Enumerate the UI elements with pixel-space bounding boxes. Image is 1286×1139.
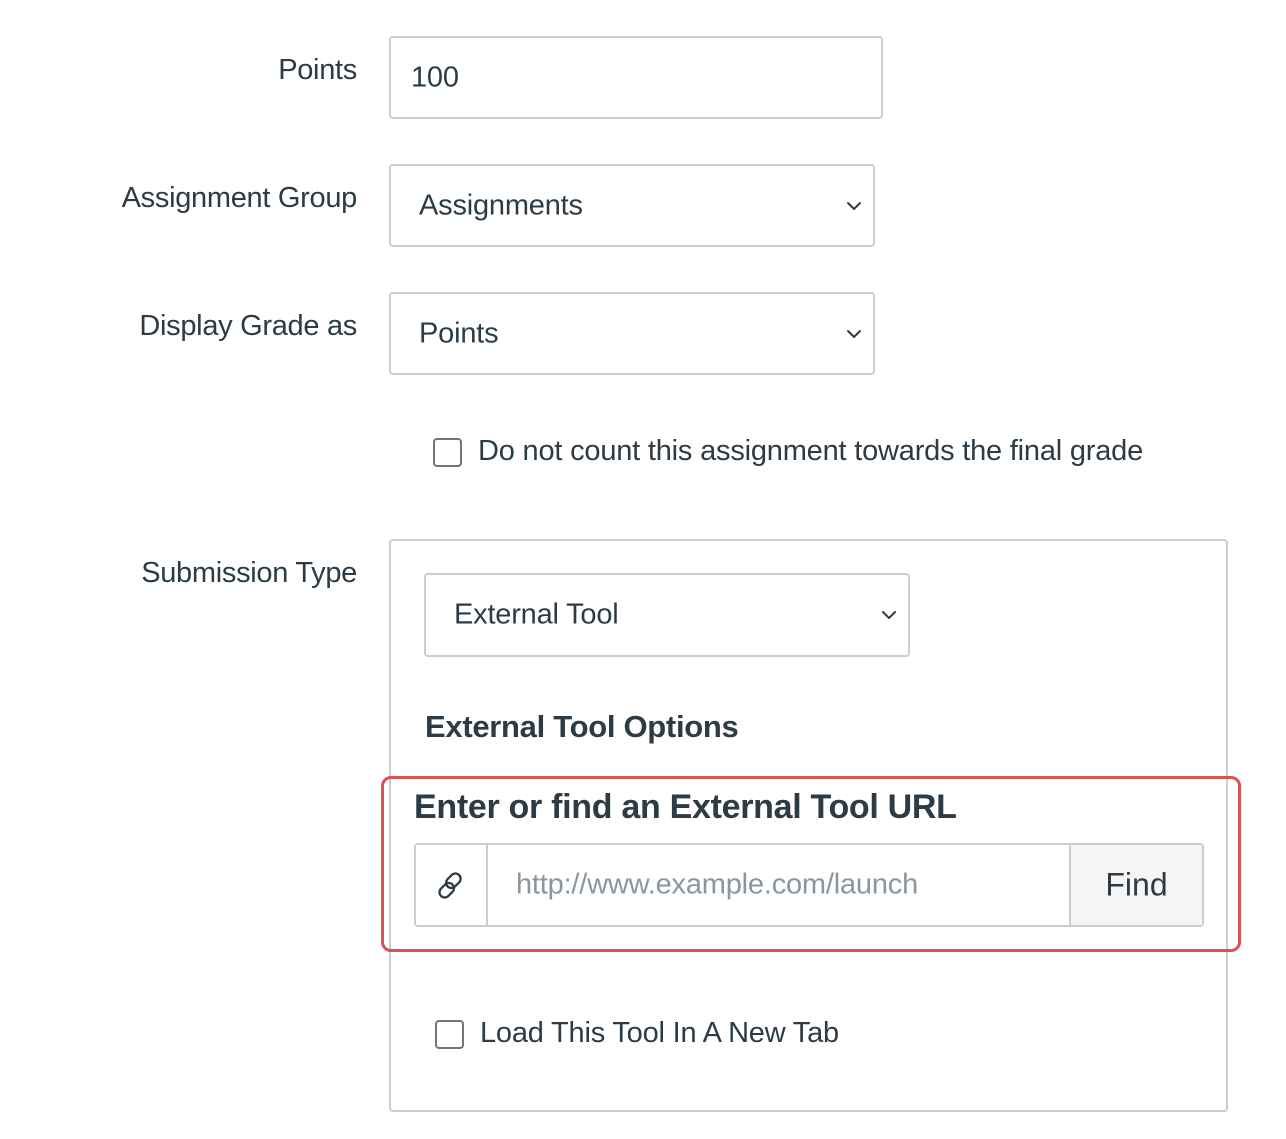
display-grade-label: Display Grade as [139, 310, 357, 342]
final-grade-checkbox-label[interactable]: Do not count this assignment towards the… [478, 435, 1143, 468]
assignment-group-label: Assignment Group [121, 182, 358, 214]
external-tool-options-heading: External Tool Options [425, 709, 739, 744]
chevron-down-icon [847, 329, 861, 338]
new-tab-checkbox[interactable] [435, 1020, 464, 1049]
display-grade-select[interactable]: Points [389, 292, 875, 375]
find-button[interactable]: Find [1069, 845, 1202, 925]
chevron-down-icon [847, 201, 861, 210]
assignment-group-select[interactable]: Assignments [389, 164, 875, 247]
link-icon [438, 872, 462, 899]
display-grade-selected: Points [419, 317, 499, 349]
points-input[interactable]: 100 [389, 36, 883, 119]
link-icon-addon [416, 845, 488, 925]
assignment-group-selected: Assignments [419, 189, 583, 221]
url-placeholder[interactable]: http://www.example.com/launch [516, 869, 918, 902]
points-label: Points [278, 54, 357, 86]
new-tab-checkbox-label[interactable]: Load This Tool In A New Tab [480, 1017, 839, 1050]
points-value: 100 [411, 61, 459, 93]
chevron-down-icon [882, 611, 896, 619]
external-tool-url-heading: Enter or find an External Tool URL [414, 788, 957, 826]
url-input-group: http://www.example.com/launch Find [414, 843, 1204, 927]
find-button-label: Find [1105, 866, 1168, 903]
submission-type-select[interactable]: External Tool [424, 573, 910, 657]
final-grade-checkbox[interactable] [433, 438, 462, 467]
submission-type-selected: External Tool [454, 598, 619, 631]
submission-type-label: Submission Type [141, 557, 357, 589]
